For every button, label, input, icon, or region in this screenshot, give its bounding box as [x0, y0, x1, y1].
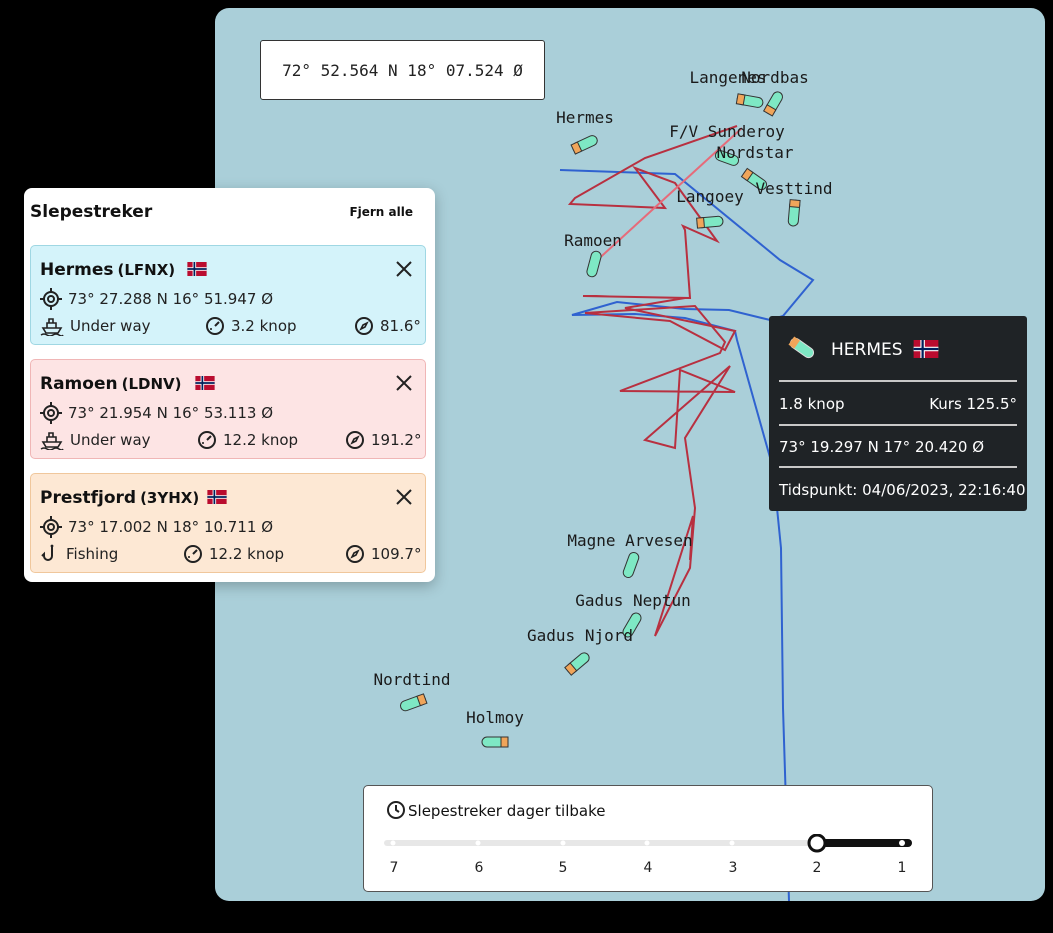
vessel-label: F/V Sunderoy: [669, 122, 785, 141]
track-card[interactable]: Ramoen (LDNV) 73° 21.954 N 16° 53.113 Ø U…: [30, 359, 426, 459]
divider: [779, 424, 1017, 426]
divider: [779, 466, 1017, 468]
vessel-label: Gadus Njord: [527, 626, 633, 645]
vessel-label: Hermes: [556, 108, 614, 127]
course-stat: 191.2°: [345, 430, 421, 450]
speedometer-icon: [198, 431, 216, 449]
position-row: 73° 17.002 N 18° 10.711 Ø: [40, 516, 273, 538]
compass-icon: [355, 317, 373, 335]
norway-flag-icon: [187, 262, 207, 276]
vessel-icon[interactable]: [570, 134, 599, 155]
panel-title: Slepestreker: [30, 202, 153, 222]
tooltip-position: 73° 19.297 N 17° 20.420 Ø: [779, 438, 985, 456]
vessel-icon[interactable]: [735, 93, 764, 108]
norway-flag-icon: [913, 340, 939, 358]
tooltip-course: Kurs 125.5°: [929, 395, 1017, 413]
tick-label: 3: [728, 860, 738, 876]
speed-stat: 12.2 knop: [197, 430, 298, 450]
vessel-name: Prestfjord (3YHX): [40, 488, 200, 508]
clock-icon: [387, 801, 405, 819]
vessel-label: Langoey: [676, 187, 744, 206]
cursor-coordinates: 72° 52.564 N 18° 07.524 Ø: [260, 40, 545, 100]
vessel-icon[interactable]: [787, 199, 801, 227]
norway-flag-icon: [195, 376, 215, 390]
vessel-label: Magne Arvesen: [567, 531, 693, 550]
speedometer-icon: [206, 317, 224, 335]
vessel-label: Vesttind: [755, 179, 833, 198]
vessel-name: Ramoen (LDNV): [40, 374, 182, 394]
crosshair-icon: [40, 288, 62, 310]
vessel-icon[interactable]: [564, 651, 591, 676]
position-row: 73° 27.288 N 16° 51.947 Ø: [40, 288, 273, 310]
close-icon[interactable]: [395, 260, 413, 278]
close-icon[interactable]: [395, 374, 413, 392]
vessel-icon[interactable]: [696, 215, 724, 229]
norway-flag-icon: [207, 490, 227, 504]
vessel-icon[interactable]: [762, 90, 785, 117]
speed-stat: 3.2 knop: [205, 316, 297, 336]
tick-label: 7: [389, 860, 399, 876]
tooltip-vessel-name: HERMES: [831, 340, 903, 360]
tick-label: 5: [558, 860, 568, 876]
vessel-label: Nordstar: [716, 143, 794, 162]
tick-label: 2: [812, 860, 822, 876]
tick-label: 6: [474, 860, 484, 876]
speedometer-icon: [184, 545, 202, 563]
tracks-panel: Slepestreker Fjern alle Hermes (LFNX) 73°…: [24, 188, 435, 582]
speed-stat: 12.2 knop: [183, 544, 284, 564]
slider-handle[interactable]: [807, 834, 827, 853]
close-icon[interactable]: [395, 488, 413, 506]
track-card[interactable]: Prestfjord (3YHX) 73° 17.002 N 18° 10.711…: [30, 473, 426, 573]
position-row: 73° 21.954 N 16° 53.113 Ø: [40, 402, 273, 424]
vessel-label: Nordbas: [741, 68, 809, 87]
vessel-tooltip: HERMES 1.8 knop Kurs 125.5° 73° 19.297 N…: [769, 316, 1027, 511]
vessel-icon[interactable]: [586, 250, 602, 278]
ship-icon: [40, 318, 64, 336]
vessel-name: Hermes (LFNX): [40, 260, 176, 280]
vessel-icon[interactable]: [622, 551, 640, 579]
timeline-title: Slepestreker dager tilbake: [408, 802, 606, 820]
vessel-label: Holmoy: [466, 708, 524, 727]
course-stat: 109.7°: [345, 544, 421, 564]
compass-icon: [346, 431, 364, 449]
track-card[interactable]: Hermes (LFNX) 73° 27.288 N 16° 51.947 Ø U…: [30, 245, 426, 345]
clear-all-button[interactable]: Fjern alle: [349, 205, 413, 219]
vessel-icon[interactable]: [399, 693, 428, 712]
crosshair-icon: [40, 402, 62, 424]
vessel-label: Ramoen: [564, 231, 622, 250]
status-stat: Fishing: [40, 544, 118, 564]
tooltip-speed: 1.8 knop: [779, 395, 845, 413]
tick-label: 1: [897, 860, 907, 876]
fishing-hook-icon: [41, 544, 54, 561]
days-slider[interactable]: [382, 834, 917, 854]
timeline-panel: Slepestreker dager tilbake 7 6 5 4 3 2 1: [363, 785, 933, 892]
crosshair-icon: [40, 516, 62, 538]
tick-label: 4: [643, 860, 653, 876]
tooltip-timestamp: Tidspunkt: 04/06/2023, 22:16:40: [779, 481, 1026, 499]
vessel-label: Gadus Neptun: [575, 591, 691, 610]
vessel-icon: [788, 336, 815, 359]
ship-icon: [40, 432, 64, 450]
compass-icon: [346, 545, 364, 563]
status-stat: Under way: [40, 430, 151, 450]
divider: [779, 380, 1017, 382]
vessel-icon[interactable]: [481, 736, 509, 748]
status-stat: Under way: [40, 316, 151, 336]
course-stat: 81.6°: [354, 316, 421, 336]
vessel-label: Nordtind: [373, 670, 451, 689]
